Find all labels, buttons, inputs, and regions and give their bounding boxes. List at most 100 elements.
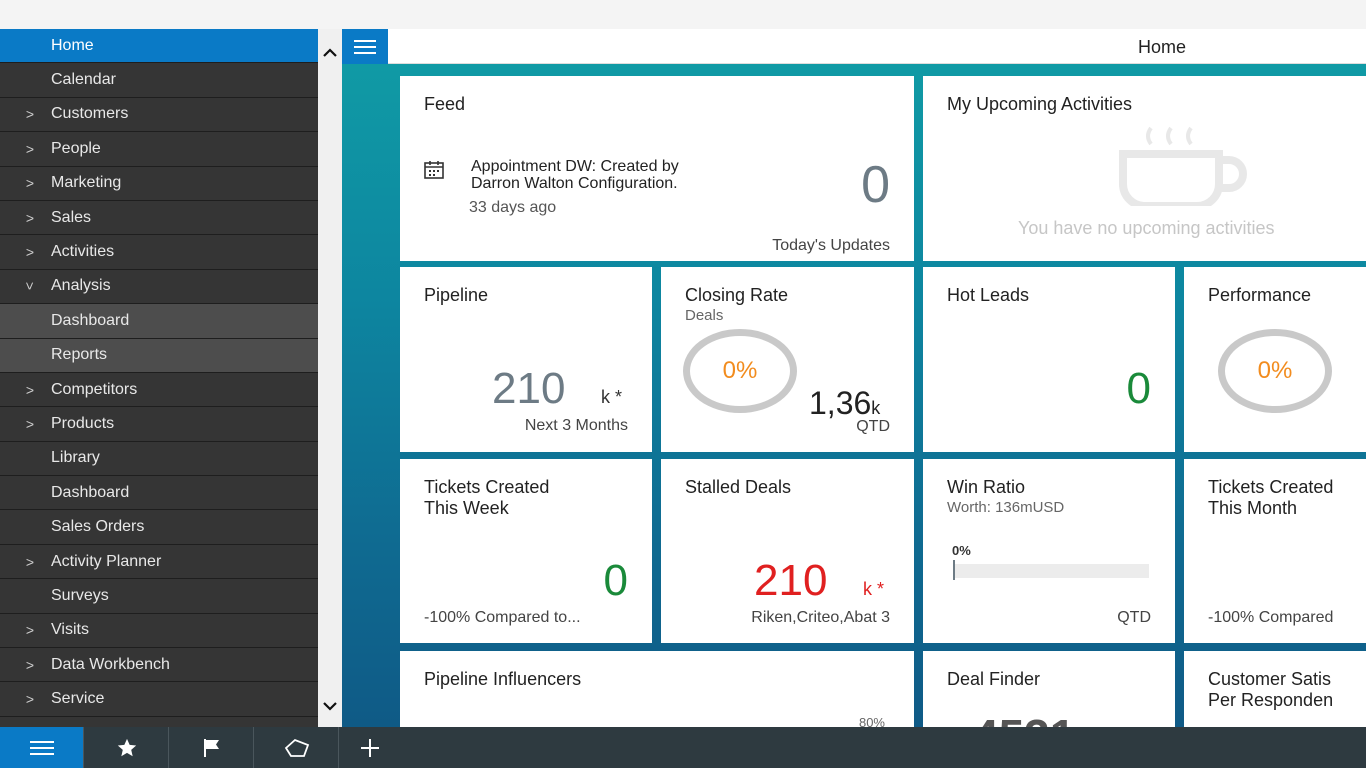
sidebar-item-library[interactable]: Library <box>0 442 318 477</box>
tile-title: Closing Rate <box>685 285 789 305</box>
chevron-right-icon: > <box>25 140 35 157</box>
hot-leads-value: 0 <box>1126 364 1151 413</box>
chevron-right-icon: > <box>25 691 35 708</box>
sidebar-item-activities[interactable]: > Activities <box>0 235 318 270</box>
tile-customer-satisfaction[interactable]: Customer Satis Per Responden <box>1184 651 1366 727</box>
add-button[interactable] <box>340 727 400 768</box>
calendar-icon <box>424 161 444 184</box>
chevron-right-icon: > <box>25 175 35 192</box>
chevron-right-icon: > <box>25 381 35 398</box>
sidebar-item-customers[interactable]: > Customers <box>0 98 318 133</box>
sidebar-item-label: Service <box>51 690 105 708</box>
sidebar-item-people[interactable]: > People <box>0 132 318 167</box>
hamburger-icon <box>354 39 376 42</box>
sidebar-item-label: Competitors <box>51 380 138 398</box>
closing-rate-ring: 0% <box>683 329 797 413</box>
tile-upcoming-activities[interactable]: My Upcoming Activities You have no upcom… <box>923 76 1366 261</box>
win-ratio-bar <box>953 560 1149 580</box>
sidebar-item-competitors[interactable]: > Competitors <box>0 373 318 408</box>
tile-tickets-week[interactable]: Tickets Created This Week 0 -100% Compar… <box>400 459 652 643</box>
favorites-button[interactable] <box>85 727 169 768</box>
tile-stalled-deals[interactable]: Stalled Deals 210 k * Riken,Criteo,Abat … <box>661 459 914 643</box>
sidebar-item-label: Marketing <box>51 174 122 192</box>
launchpad-content: Feed Appointment DW: Created by Darron W… <box>342 64 1366 727</box>
tile-title: Hot Leads <box>947 285 1030 305</box>
bottom-toolbar <box>0 727 1366 768</box>
sidebar-item-label: Surveys <box>51 586 109 604</box>
flag-button[interactable] <box>170 727 254 768</box>
tile-performance[interactable]: Performance 0% <box>1184 267 1366 452</box>
sidebar-item-data-workbench[interactable]: > Data Workbench <box>0 648 318 683</box>
sidebar-item-activity-planner[interactable]: > Activity Planner <box>0 545 318 580</box>
win-ratio-footer: QTD <box>1117 609 1151 626</box>
chevron-right-icon: > <box>25 622 35 639</box>
window-top-strip <box>0 0 1366 29</box>
tile-subtitle: Worth: 136mUSD <box>947 499 1065 516</box>
sidebar-nav: Home Calendar > Customers > People > Market… <box>0 29 318 727</box>
tile-pipeline[interactable]: Pipeline 210 k * Next 3 Months <box>400 267 652 452</box>
star-icon <box>117 738 136 756</box>
sidebar-item-label: Products <box>51 414 115 432</box>
sidebar-item-products[interactable]: > Products <box>0 407 318 442</box>
tickets-week-footer: -100% Compared to... <box>424 609 581 626</box>
closing-rate-footer: QTD <box>856 418 890 435</box>
shell-header: Home <box>342 29 1366 64</box>
feed-entry[interactable]: Appointment DW: Created by Darron Walton… <box>471 158 679 192</box>
hamburger-icon <box>29 740 54 755</box>
sidebar-item-analysis-dashboard[interactable]: Dashboard <box>0 304 318 339</box>
sidebar-item-label: Home <box>51 36 94 54</box>
win-ratio-bar-label: 0% <box>952 543 971 558</box>
tile-feed[interactable]: Feed Appointment DW: Created by Darron W… <box>400 76 914 261</box>
sidebar-item-sales-orders[interactable]: Sales Orders <box>0 510 318 545</box>
scroll-up-icon[interactable] <box>318 41 342 65</box>
sidebar-item-marketing[interactable]: > Marketing <box>0 167 318 201</box>
sidebar-scrollbar[interactable] <box>318 29 342 727</box>
sidebar-item-dashboard[interactable]: Dashboard <box>0 476 318 511</box>
sidebar-item-label: Sales <box>51 208 92 226</box>
tile-hot-leads[interactable]: Hot Leads 0 <box>923 267 1175 452</box>
tile-title: Win Ratio <box>947 477 1026 497</box>
sidebar-item-label: Library <box>51 449 100 467</box>
sidebar-item-label: Calendar <box>51 71 116 89</box>
chevron-right-icon: > <box>25 656 35 673</box>
sidebar-item-calendar[interactable]: Calendar <box>0 63 318 98</box>
tile-closing-rate[interactable]: Closing Rate Deals 0% 1,36k QTD <box>661 267 914 452</box>
scroll-down-icon[interactable] <box>318 694 342 718</box>
feed-entry-time: 33 days ago <box>469 199 557 216</box>
sidebar-item-visits[interactable]: > Visits <box>0 614 318 649</box>
sidebar-item-sales[interactable]: > Sales <box>0 201 318 236</box>
sidebar-item-label: Customers <box>51 105 129 123</box>
performance-ring: 0% <box>1218 329 1332 413</box>
tickets-month-footer: -100% Compared <box>1208 609 1334 626</box>
tile-title: Deal Finder <box>947 669 1041 689</box>
tile-pipeline-influencers[interactable]: Pipeline Influencers 80% <box>400 651 914 727</box>
tile-title: Feed <box>424 94 466 114</box>
sidebar-item-home[interactable]: Home <box>0 29 318 64</box>
pipeline-footer: Next 3 Months <box>524 417 628 434</box>
feed-count: 0 <box>861 156 890 214</box>
sidebar-item-service[interactable]: > Service <box>0 682 318 717</box>
chevron-right-icon: > <box>25 553 35 570</box>
tile-title: Pipeline <box>424 285 489 305</box>
menu-button[interactable] <box>0 727 84 768</box>
tile-win-ratio[interactable]: Win Ratio Worth: 136mUSD 0% QTD <box>923 459 1175 643</box>
sidebar-item-analysis[interactable]: > Analysis <box>0 270 318 305</box>
chevron-down-icon: > <box>22 282 38 291</box>
tile-tickets-month[interactable]: Tickets Created This Month -100% Compare… <box>1184 459 1366 643</box>
tag-button[interactable] <box>255 727 339 768</box>
page-title: Home <box>1138 37 1187 57</box>
sidebar-item-label: Data Workbench <box>51 655 170 673</box>
stalled-deals-unit: k * <box>863 579 885 599</box>
sidebar-item-surveys[interactable]: Surveys <box>0 579 318 614</box>
flag-icon <box>203 738 219 757</box>
chevron-right-icon: > <box>25 415 35 432</box>
closing-rate-value: 1,36k <box>809 385 881 421</box>
sidebar-item-label: Analysis <box>51 277 111 295</box>
pipeline-value: 210 <box>492 364 566 413</box>
sidebar-item-label: Visits <box>51 621 89 639</box>
sidebar-item-analysis-reports[interactable]: Reports <box>0 338 318 373</box>
menu-toggle-button[interactable] <box>342 29 388 64</box>
chevron-right-icon: > <box>25 106 35 123</box>
tile-deal-finder[interactable]: Deal Finder 4531 <box>923 651 1175 727</box>
empty-state-text: You have no upcoming activities <box>1018 218 1275 238</box>
